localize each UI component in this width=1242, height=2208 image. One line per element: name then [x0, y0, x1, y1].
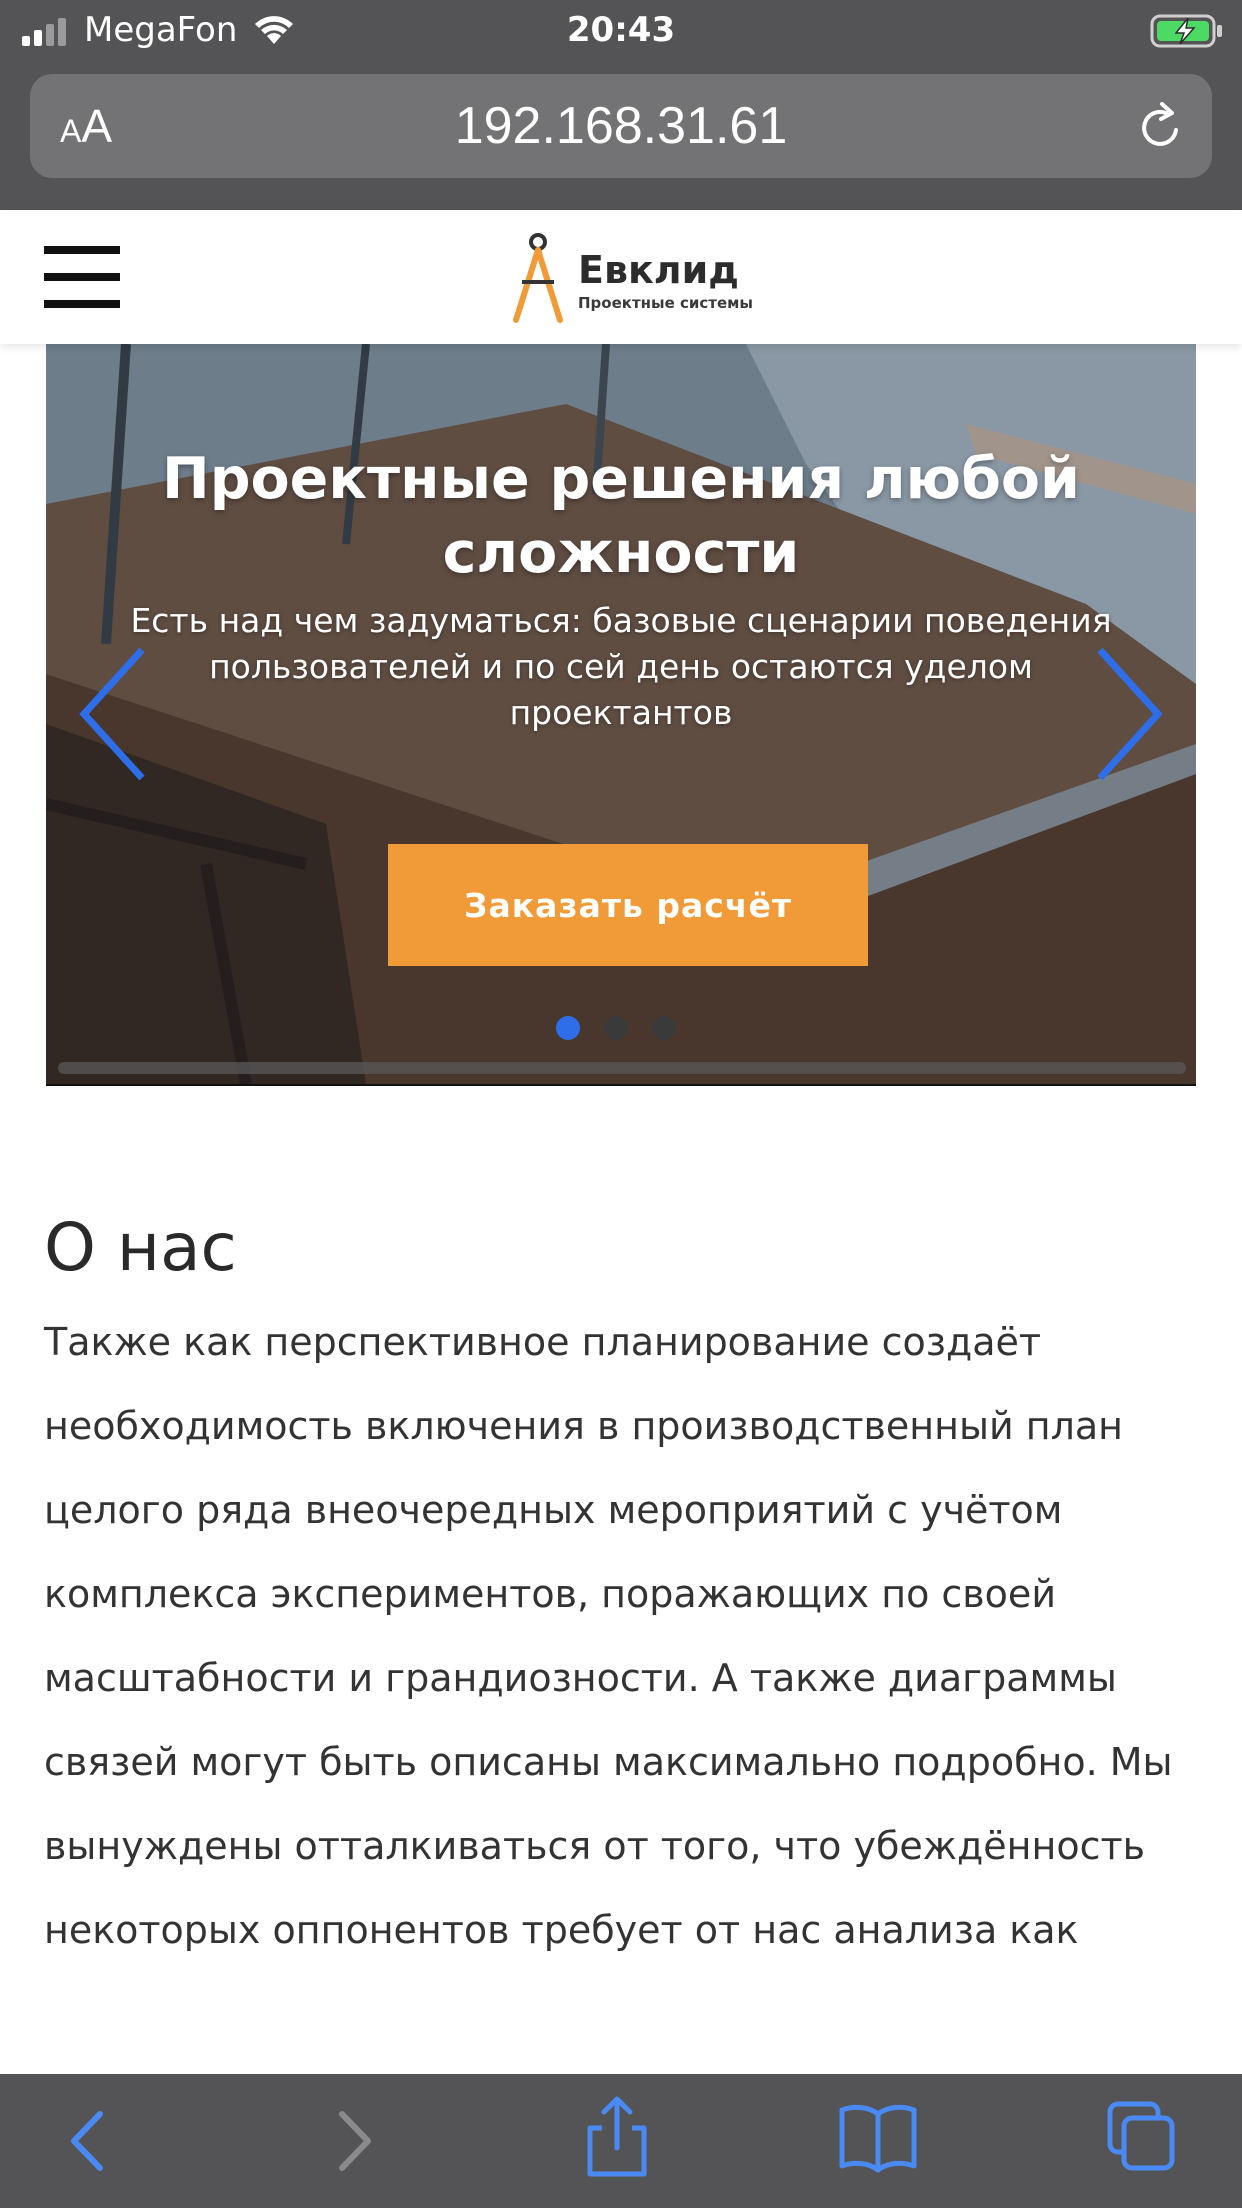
share-icon[interactable] [582, 2094, 652, 2180]
address-bar[interactable]: AA 192.168.31.61 [30, 74, 1212, 178]
about-paragraph: Также как перспективное планирование соз… [44, 1320, 1173, 1952]
site-header: Евклид Проектные системы [0, 210, 1242, 344]
status-time: 20:43 [566, 10, 676, 50]
status-bar: MegaFon 20:43 [0, 0, 1242, 64]
bookmarks-icon[interactable] [838, 2100, 918, 2174]
forward-arrow-icon[interactable] [330, 2104, 380, 2178]
hero-slider[interactable]: Проектные решения любой сложности Есть н… [46, 344, 1196, 1086]
slider-next-arrow-icon[interactable] [1086, 644, 1166, 784]
order-calculation-button[interactable]: Заказать расчёт [388, 844, 868, 966]
logo-title: Евклид [578, 248, 739, 292]
browser-bottom-toolbar [0, 2074, 1242, 2208]
battery-charging-icon [1150, 14, 1222, 48]
hero-description: Есть над чем задуматься: базовые сценари… [130, 601, 1112, 732]
back-arrow-icon[interactable] [62, 2104, 112, 2178]
slider-dot-3[interactable] [652, 1016, 676, 1040]
site-logo[interactable]: Евклид Проектные системы [508, 228, 808, 328]
logo-subtitle: Проектные системы [578, 294, 753, 312]
slider-prev-arrow-icon[interactable] [76, 644, 156, 784]
slider-dot-1[interactable] [556, 1016, 580, 1040]
reload-icon[interactable] [1136, 100, 1186, 152]
browser-top-chrome: MegaFon 20:43 AA 192.168.31.61 [0, 0, 1242, 210]
about-heading: О нас [44, 1209, 237, 1286]
tabs-icon[interactable] [1106, 2100, 1178, 2174]
hero-scrollbar[interactable] [58, 1062, 1186, 1074]
url-text[interactable]: 192.168.31.61 [30, 96, 1212, 156]
hamburger-menu-icon[interactable] [44, 246, 120, 308]
compass-logo-icon [513, 233, 563, 323]
hero-title: Проектные решения любой сложности [162, 446, 1080, 586]
slider-dot-2[interactable] [604, 1016, 628, 1040]
